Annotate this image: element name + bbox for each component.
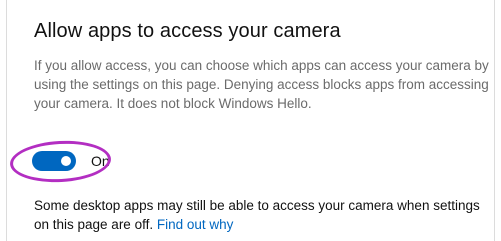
camera-privacy-panel: Allow apps to access your camera If you … xyxy=(6,0,495,241)
desktop-apps-note: Some desktop apps may still be able to a… xyxy=(34,196,496,234)
note-text: Some desktop apps may still be able to a… xyxy=(34,198,480,232)
find-out-why-link[interactable]: Find out why xyxy=(157,217,234,232)
section-heading: Allow apps to access your camera xyxy=(34,20,341,42)
section-description: If you allow access, you can choose whic… xyxy=(34,58,489,111)
